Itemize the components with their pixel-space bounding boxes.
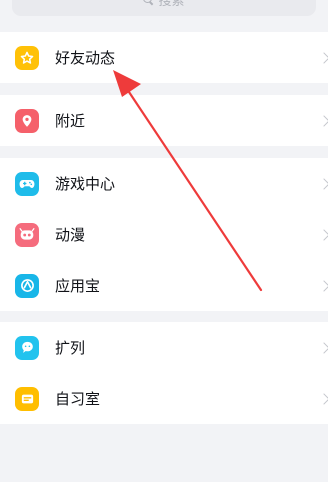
menu-item-game-center[interactable]: 游戏中心 [0,158,328,209]
group-social: 扩列 自习室 [0,322,328,424]
menu-item-study-room[interactable]: 自习室 [0,373,328,424]
menu-item-label: 应用宝 [55,277,101,295]
menu-item-nearby[interactable]: 附近 [0,95,328,146]
menu-item-label: 自习室 [55,390,101,408]
menu-item-label: 附近 [55,112,86,130]
search-icon [143,0,154,5]
study-room-icon [15,386,39,411]
menu-item-label: 扩列 [55,339,86,357]
chat-bubble-icon [15,335,39,360]
menu-item-label: 游戏中心 [55,175,116,193]
chevron-right-icon [318,279,328,292]
chevron-right-icon [318,51,328,64]
group-nearby: 附近 [0,95,328,146]
menu-item-app-store[interactable]: 应用宝 [0,260,328,311]
menu-item-label: 动漫 [55,226,86,244]
chevron-right-icon [318,341,328,354]
menu-item-friend-feed[interactable]: 好友动态 [0,32,328,83]
search-area: 搜索 [0,0,328,24]
menu-item-expand-friends[interactable]: 扩列 [0,322,328,373]
group-entertainment: 游戏中心 动漫 应用宝 [0,158,328,311]
location-pin-icon [15,108,39,133]
chevron-right-icon [318,114,328,127]
gamepad-icon [15,171,39,196]
app-store-icon [15,273,39,298]
menu-item-anime[interactable]: 动漫 [0,209,328,260]
chevron-right-icon [318,177,328,190]
chevron-right-icon [318,228,328,241]
star-icon [15,45,39,70]
anime-face-icon [15,222,39,247]
search-bar[interactable]: 搜索 [12,0,316,16]
menu-item-label: 好友动态 [55,49,116,67]
group-friends: 好友动态 [0,32,328,83]
chevron-right-icon [318,392,328,405]
search-label: 搜索 [158,0,185,9]
